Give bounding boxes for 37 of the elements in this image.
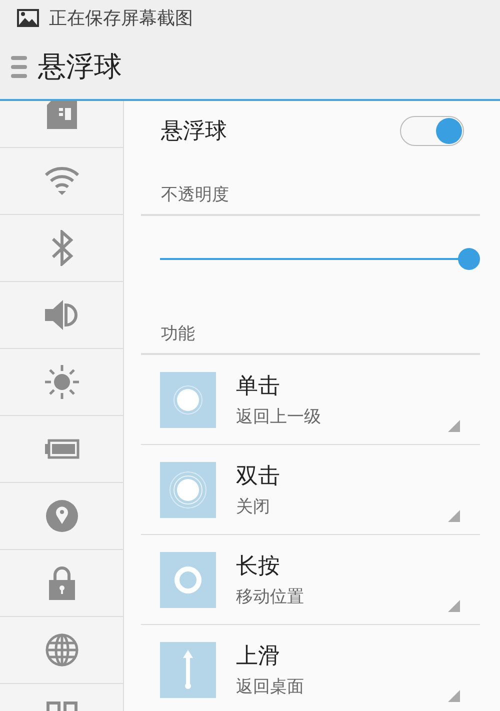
location-icon xyxy=(44,499,78,533)
dropdown-corner-icon xyxy=(448,510,460,522)
item-value: 移动位置 xyxy=(236,586,304,608)
item-value: 关闭 xyxy=(236,496,271,518)
double-tap-icon xyxy=(160,462,216,518)
item-title: 单击 xyxy=(236,373,281,401)
dropdown-corner-icon xyxy=(448,690,460,702)
slider-thumb[interactable] xyxy=(458,248,480,270)
wifi-icon xyxy=(44,167,80,195)
image-icon xyxy=(17,8,39,26)
dropdown-corner-icon xyxy=(448,420,460,432)
function-item[interactable]: 上滑 返回桌面 xyxy=(141,625,480,711)
swipe-up-icon xyxy=(160,642,216,698)
function-item[interactable]: 单击 返回上一级 xyxy=(141,355,480,445)
bluetooth-icon xyxy=(50,230,74,266)
item-title: 长按 xyxy=(236,553,281,581)
toggle-label: 悬浮球 xyxy=(161,118,227,146)
battery-icon xyxy=(44,439,80,459)
notification-text: 正在保存屏幕截图 xyxy=(49,6,193,30)
ring-icon xyxy=(160,552,216,608)
toggle-switch[interactable] xyxy=(400,116,464,146)
function-item[interactable]: 长按 移动位置 xyxy=(141,535,480,625)
item-value: 返回桌面 xyxy=(236,676,304,698)
speaker-icon xyxy=(44,299,78,331)
globe-icon xyxy=(44,633,78,667)
page-title: 悬浮球 xyxy=(38,49,122,85)
menu-icon[interactable] xyxy=(10,54,28,80)
item-title: 双击 xyxy=(236,463,280,491)
section-header: 不透明度 xyxy=(141,161,480,216)
item-value: 返回上一级 xyxy=(236,406,321,428)
brightness-icon xyxy=(44,364,80,400)
function-item[interactable]: 双击 关闭 xyxy=(141,445,480,535)
dropdown-corner-icon xyxy=(448,600,460,612)
item-title: 上滑 xyxy=(236,643,281,671)
tap-icon xyxy=(160,372,216,428)
section-header: 功能 xyxy=(141,300,480,355)
lock-icon xyxy=(48,566,76,600)
